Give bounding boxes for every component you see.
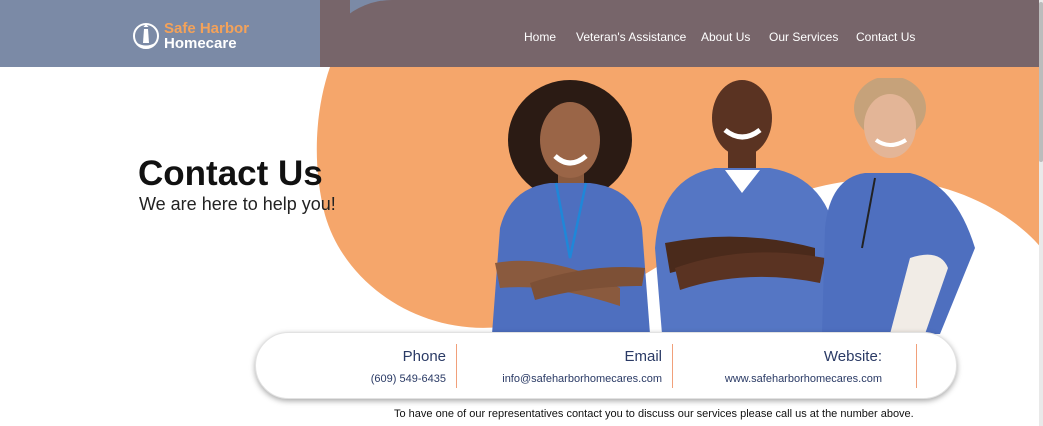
nurses-photo	[492, 78, 975, 334]
nav-veterans-assistance[interactable]: Veteran's Assistance	[576, 30, 686, 44]
website-column: Website: www.safeharborhomecares.com	[672, 333, 892, 400]
email-address[interactable]: info@safeharborhomecares.com	[502, 373, 662, 385]
website-url[interactable]: www.safeharborhomecares.com	[725, 373, 882, 385]
nav-about-us[interactable]: About Us	[701, 30, 750, 44]
site-header: Safe Harbor Homecare Home Veteran's Assi…	[0, 0, 1043, 67]
nurse-middle	[655, 80, 842, 334]
email-column: Email info@safeharborhomecares.com	[456, 333, 672, 400]
nurse-right	[822, 78, 975, 334]
page-title: Contact Us	[138, 154, 323, 193]
nav-our-services[interactable]: Our Services	[769, 30, 838, 44]
contact-info-card: Phone (609) 549-6435 Email info@safeharb…	[255, 332, 957, 399]
page-subtitle: We are here to help you!	[139, 194, 336, 214]
email-label: Email	[624, 348, 662, 365]
scrollbar-thumb[interactable]	[1039, 2, 1043, 162]
nav-home[interactable]: Home	[524, 30, 556, 44]
phone-label: Phone	[402, 348, 446, 365]
nurse-left	[492, 80, 650, 334]
divider	[916, 344, 917, 388]
nav-contact-us[interactable]: Contact Us	[856, 30, 915, 44]
website-label: Website:	[823, 348, 882, 365]
page-scrollbar[interactable]	[1039, 0, 1043, 426]
phone-number[interactable]: (609) 549-6435	[371, 373, 446, 385]
main-navigation: Home Veteran's Assistance About Us Our S…	[0, 30, 1043, 46]
contact-instructions: To have one of our representatives conta…	[394, 408, 914, 420]
phone-column: Phone (609) 549-6435	[256, 333, 456, 400]
